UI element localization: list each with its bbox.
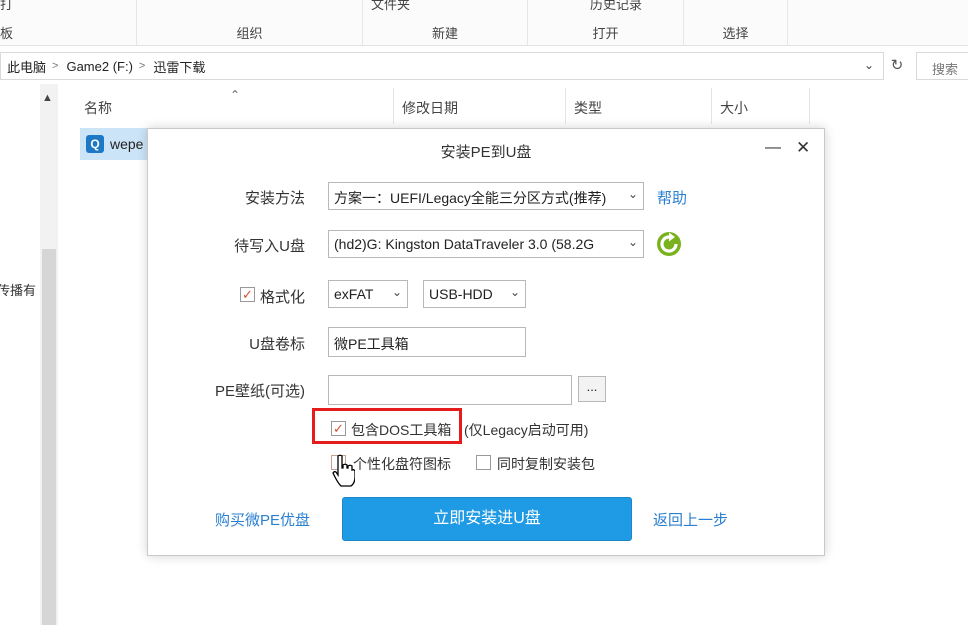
boot-mode-select[interactable]: USB-HDD ⌄ — [423, 280, 526, 308]
format-label: 格式化 — [260, 289, 306, 306]
ribbon-group-label: 选择 — [722, 26, 749, 41]
dos-toolbox-note: (仅Legacy启动可用) — [464, 422, 589, 438]
chevron-down-icon: ⌄ — [391, 285, 402, 299]
address-bar: 此电脑 > Game2 (F:) > 迅雷下载 ⌄ ↻ 搜索 — [0, 52, 968, 82]
filesystem-select[interactable]: exFAT ⌄ — [328, 280, 408, 308]
chevron-down-icon: ⌄ — [627, 187, 638, 201]
install-method-value: 方案一：UEFI/Legacy全能三分区方式(推荐) — [334, 190, 607, 206]
nav-item-partial[interactable]: 传播有 — [0, 280, 36, 299]
column-type[interactable]: 类型 — [566, 88, 712, 124]
search-placeholder: 搜索 — [932, 62, 959, 77]
address-box[interactable]: 此电脑 > Game2 (F:) > 迅雷下载 — [0, 52, 884, 80]
copy-installer-checkbox[interactable] — [476, 455, 491, 470]
ribbon-group-open: 打开 — [528, 0, 684, 46]
help-link[interactable]: 帮助 — [657, 187, 687, 208]
search-input[interactable]: 搜索 — [916, 52, 968, 80]
scrollbar-thumb[interactable] — [42, 249, 56, 625]
target-drive-value: (hd2)G: Kingston DataTraveler 3.0 (58.2G — [334, 236, 595, 252]
file-name: wepe — [110, 136, 144, 152]
ribbon-group-select: 选择 — [684, 0, 788, 46]
close-icon[interactable]: ✕ — [796, 138, 810, 158]
column-name[interactable]: 名称 — [76, 88, 394, 124]
chevron-down-icon: ⌄ — [627, 235, 638, 249]
refresh-drives-icon[interactable] — [656, 231, 682, 257]
format-checkbox[interactable]: ✓ — [240, 287, 255, 302]
wepe-app-icon: Q — [86, 135, 104, 153]
chevron-right-icon[interactable]: > — [139, 60, 145, 72]
install-pe-dialog: 安装PE到U盘 — ✕ 安装方法 方案一：UEFI/Legacy全能三分区方式(… — [147, 128, 825, 556]
volume-label-label: U盘卷标 — [249, 336, 305, 353]
boot-mode-value: USB-HDD — [429, 286, 493, 302]
ribbon-group-label: 组织 — [236, 26, 263, 41]
volume-label-input[interactable]: 微PE工具箱 — [328, 327, 526, 357]
ribbon-group-label: 板 — [0, 26, 14, 41]
hand-cursor-icon — [332, 454, 355, 487]
breadcrumb-drive[interactable]: Game2 (F:) — [66, 59, 132, 74]
column-size[interactable]: 大小 — [712, 88, 810, 124]
chevron-down-icon[interactable]: ⌄ — [864, 58, 874, 72]
column-headers: 名称 修改日期 类型 大小 — [76, 88, 816, 124]
ribbon-group-label: 打开 — [592, 26, 619, 41]
wallpaper-label: PE壁纸(可选) — [214, 383, 305, 400]
chevron-down-icon: ⌄ — [509, 285, 520, 299]
wallpaper-input[interactable] — [328, 375, 572, 405]
refresh-icon[interactable]: ↻ — [886, 56, 908, 78]
install-method-label: 安装方法 — [244, 190, 305, 207]
target-drive-label: 待写入U盘 — [234, 238, 305, 255]
browse-button[interactable]: ... — [578, 376, 606, 402]
chevron-right-icon[interactable]: > — [52, 60, 58, 72]
dos-toolbox-label: 包含DOS工具箱 — [351, 422, 452, 438]
breadcrumb-folder[interactable]: 迅雷下载 — [153, 57, 205, 76]
filesystem-value: exFAT — [334, 286, 374, 302]
breadcrumb-this-pc[interactable]: 此电脑 — [7, 57, 46, 76]
ribbon-group-new: 新建 — [363, 0, 528, 46]
ribbon-group-clipboard: 板 — [0, 0, 137, 46]
scroll-up-icon[interactable]: ▲ — [42, 92, 53, 104]
ribbon: 打 文件夹 历史记录 板 组织 新建 打开 选择 — [0, 0, 968, 46]
minimize-icon[interactable]: — — [765, 139, 781, 157]
ribbon-group-label: 新建 — [431, 26, 458, 41]
drive-icon-label: 个性化盘符图标 — [353, 456, 451, 472]
buy-pe-usb-link[interactable]: 购买微PE优盘 — [215, 509, 310, 530]
nav-scrollbar[interactable] — [40, 84, 58, 625]
install-to-usb-button[interactable]: 立即安装进U盘 — [342, 497, 632, 541]
ribbon-group-organize: 组织 — [137, 0, 363, 46]
target-drive-select[interactable]: (hd2)G: Kingston DataTraveler 3.0 (58.2G… — [328, 230, 644, 258]
back-link[interactable]: 返回上一步 — [653, 509, 728, 530]
copy-installer-label: 同时复制安装包 — [497, 456, 595, 472]
volume-label-value: 微PE工具箱 — [334, 336, 409, 352]
dialog-title: 安装PE到U盘 — [440, 144, 532, 161]
dos-toolbox-checkbox[interactable]: ✓ — [331, 421, 346, 436]
column-modified[interactable]: 修改日期 — [394, 88, 566, 124]
install-method-select[interactable]: 方案一：UEFI/Legacy全能三分区方式(推荐) ⌄ — [328, 182, 644, 210]
